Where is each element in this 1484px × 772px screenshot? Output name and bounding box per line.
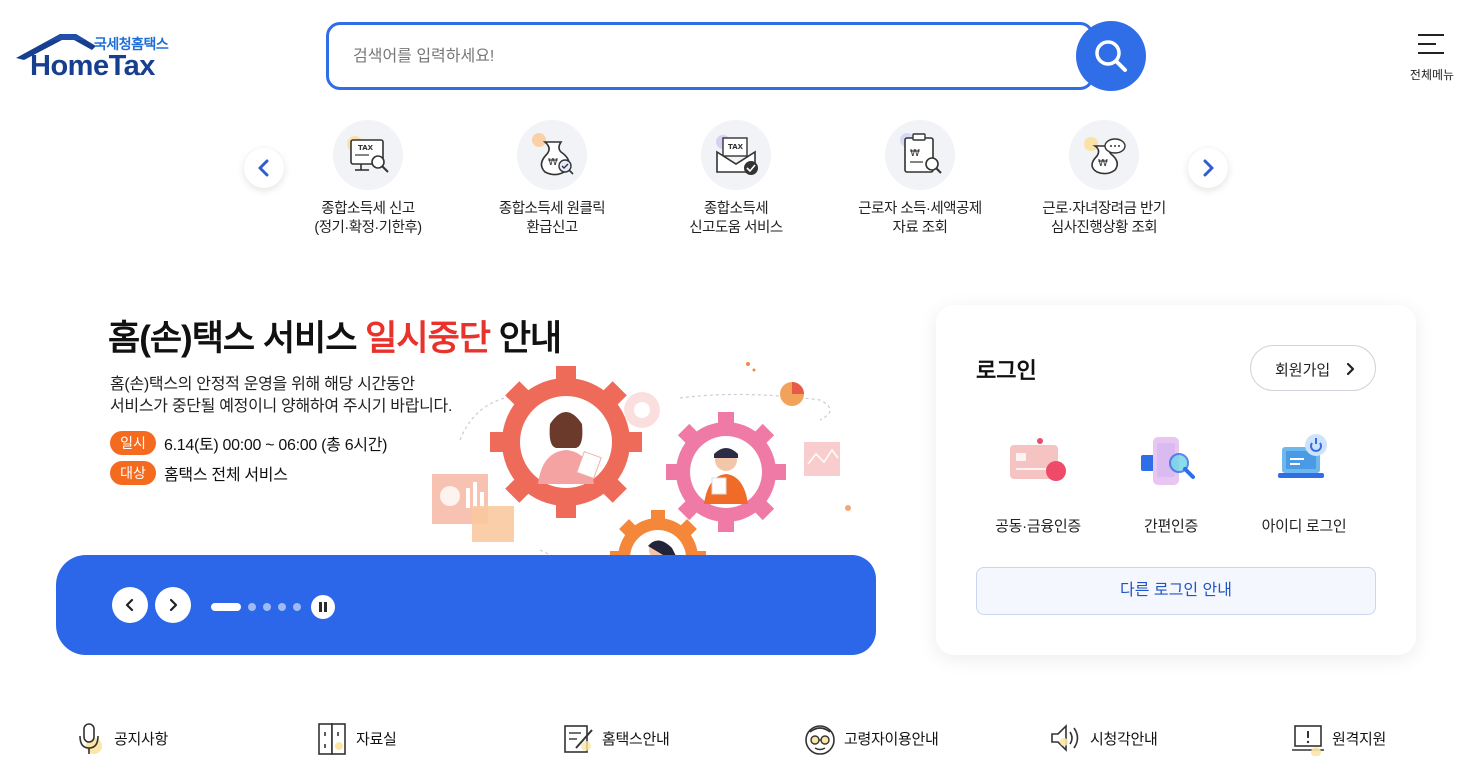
- tax-monitor-search-icon: TAX: [333, 120, 403, 190]
- svg-text:₩: ₩: [548, 157, 558, 168]
- logo-brand: HomeTax: [30, 50, 155, 82]
- chevron-left-icon: [125, 598, 134, 612]
- all-menu-label: 전체메뉴: [1409, 68, 1455, 82]
- slide-indicator-2[interactable]: [248, 603, 256, 611]
- quick-menu-label: 근로·자녀장려금 반기 심사진행상황 조회: [1042, 201, 1166, 236]
- svg-text:TAX: TAX: [358, 144, 374, 152]
- bottom-menu-notice[interactable]: 공지사항: [74, 718, 168, 758]
- search-box: [326, 22, 1094, 90]
- other-login-guide-button[interactable]: 다른 로그인 안내: [976, 567, 1376, 615]
- tax-envelope-check-icon: TAX: [701, 120, 771, 190]
- quick-menu-item[interactable]: TAX 종합소득세 신고도움 서비스: [646, 120, 826, 238]
- target-text: 홈택스 전체 서비스: [164, 467, 288, 484]
- id-login-label: 아이디 로그인: [1261, 518, 1347, 535]
- time-tag: 일시: [110, 431, 156, 455]
- svg-text:₩: ₩: [910, 148, 920, 159]
- banner-description: 홈(손)택스의 안정적 운영을 위해 해당 시간동안 서비스가 중단될 예정이니…: [110, 376, 453, 415]
- document-edit-icon: [562, 720, 596, 756]
- quick-menu-label: 근로자 소득·세액공제 자료 조회: [858, 201, 982, 236]
- clipboard-search-icon: ₩: [885, 120, 955, 190]
- bottom-menu-senior-guide[interactable]: 고령자이용안내: [804, 718, 939, 758]
- chevron-right-icon: [169, 598, 178, 612]
- all-menu-button[interactable]: 전체메뉴: [1400, 32, 1464, 82]
- file-cabinet-icon: [316, 720, 350, 756]
- signup-button[interactable]: 회원가입: [1250, 345, 1376, 391]
- quick-menu-label: 종합소득세 신고도움 서비스: [689, 201, 783, 236]
- search-button[interactable]: [1076, 21, 1146, 91]
- bottom-menu-audiovisual-guide[interactable]: 시청각안내: [1050, 718, 1158, 758]
- chevron-right-icon: [1203, 159, 1214, 177]
- quick-menu-item[interactable]: ₩ 근로·자녀장려금 반기 심사진행상황 조회: [1014, 120, 1194, 238]
- bottom-menu-hometax-guide[interactable]: 홈택스안내: [562, 718, 670, 758]
- slide-indicator-4[interactable]: [278, 603, 286, 611]
- money-bag-check-icon: ₩: [517, 120, 587, 190]
- simple-auth-login-option[interactable]: 간편인증: [1106, 429, 1236, 536]
- bottom-menu-label: 고령자이용안내: [844, 730, 939, 748]
- laptop-power-icon: [1272, 429, 1336, 493]
- certificate-card-icon: [1006, 429, 1070, 493]
- quick-menu-label: 종합소득세 원클릭 환급신고: [498, 201, 606, 236]
- chevron-right-icon: [1346, 362, 1355, 376]
- chevron-left-icon: [258, 159, 269, 177]
- banner-next-button[interactable]: [155, 587, 191, 623]
- login-title: 로그인: [976, 358, 1037, 383]
- slide-indicator-5[interactable]: [293, 603, 301, 611]
- time-text: 6.14(토) 00:00 ~ 06:00 (총 6시간): [164, 437, 388, 454]
- signup-label: 회원가입: [1275, 362, 1331, 379]
- remote-support-icon: [1292, 720, 1326, 757]
- bottom-menu-label: 자료실: [356, 730, 397, 748]
- bottom-menu-label: 시청각안내: [1090, 730, 1158, 748]
- svg-text:₩: ₩: [1098, 158, 1108, 169]
- speaker-icon: [1050, 720, 1084, 756]
- phone-search-icon: [1139, 429, 1203, 493]
- money-bag-chat-icon: ₩: [1069, 120, 1139, 190]
- bottom-menu-remote-support[interactable]: 원격지원: [1292, 718, 1386, 758]
- bottom-menu-archive[interactable]: 자료실: [316, 718, 397, 758]
- bottom-menu-label: 공지사항: [114, 730, 169, 748]
- search-icon: [1095, 40, 1127, 72]
- banner-prev-button[interactable]: [112, 587, 148, 623]
- hamburger-icon: [1418, 32, 1444, 54]
- banner-target-row: 대상 홈택스 전체 서비스: [110, 461, 288, 485]
- glasses-icon: [804, 720, 838, 756]
- search-input[interactable]: [353, 43, 1053, 71]
- bottom-menu-label: 홈택스안내: [602, 730, 670, 748]
- login-panel: 로그인 회원가입 공동·금융인증 간편인증 아이디 로그인 다른 로그인 안내: [936, 305, 1416, 655]
- slide-indicator-1[interactable]: [211, 603, 241, 611]
- quick-menu-item[interactable]: ₩ 근로자 소득·세액공제 자료 조회: [830, 120, 1010, 238]
- simple-auth-login-label: 간편인증: [1143, 518, 1198, 535]
- bottom-menu-label: 원격지원: [1332, 730, 1387, 748]
- id-login-option[interactable]: 아이디 로그인: [1239, 429, 1369, 536]
- quick-menu-item[interactable]: TAX 종합소득세 신고 (정기·확정·기한후): [278, 120, 458, 238]
- hometax-logo[interactable]: 국세청홈택스 HomeTax: [14, 28, 184, 84]
- microphone-icon: [74, 720, 108, 756]
- certificate-login-option[interactable]: 공동·금융인증: [973, 429, 1103, 536]
- quick-menu-label: 종합소득세 신고 (정기·확정·기한후): [314, 201, 422, 236]
- quick-menu-item[interactable]: ₩ 종합소득세 원클릭 환급신고: [462, 120, 642, 238]
- slide-indicator-3[interactable]: [263, 603, 271, 611]
- banner-pause-button[interactable]: [311, 595, 335, 619]
- quick-menu-next-button[interactable]: [1188, 148, 1228, 188]
- svg-text:TAX: TAX: [728, 143, 744, 151]
- certificate-login-label: 공동·금융인증: [995, 518, 1081, 535]
- banner-time-row: 일시 6.14(토) 00:00 ~ 06:00 (총 6시간): [110, 431, 387, 455]
- target-tag: 대상: [110, 461, 156, 485]
